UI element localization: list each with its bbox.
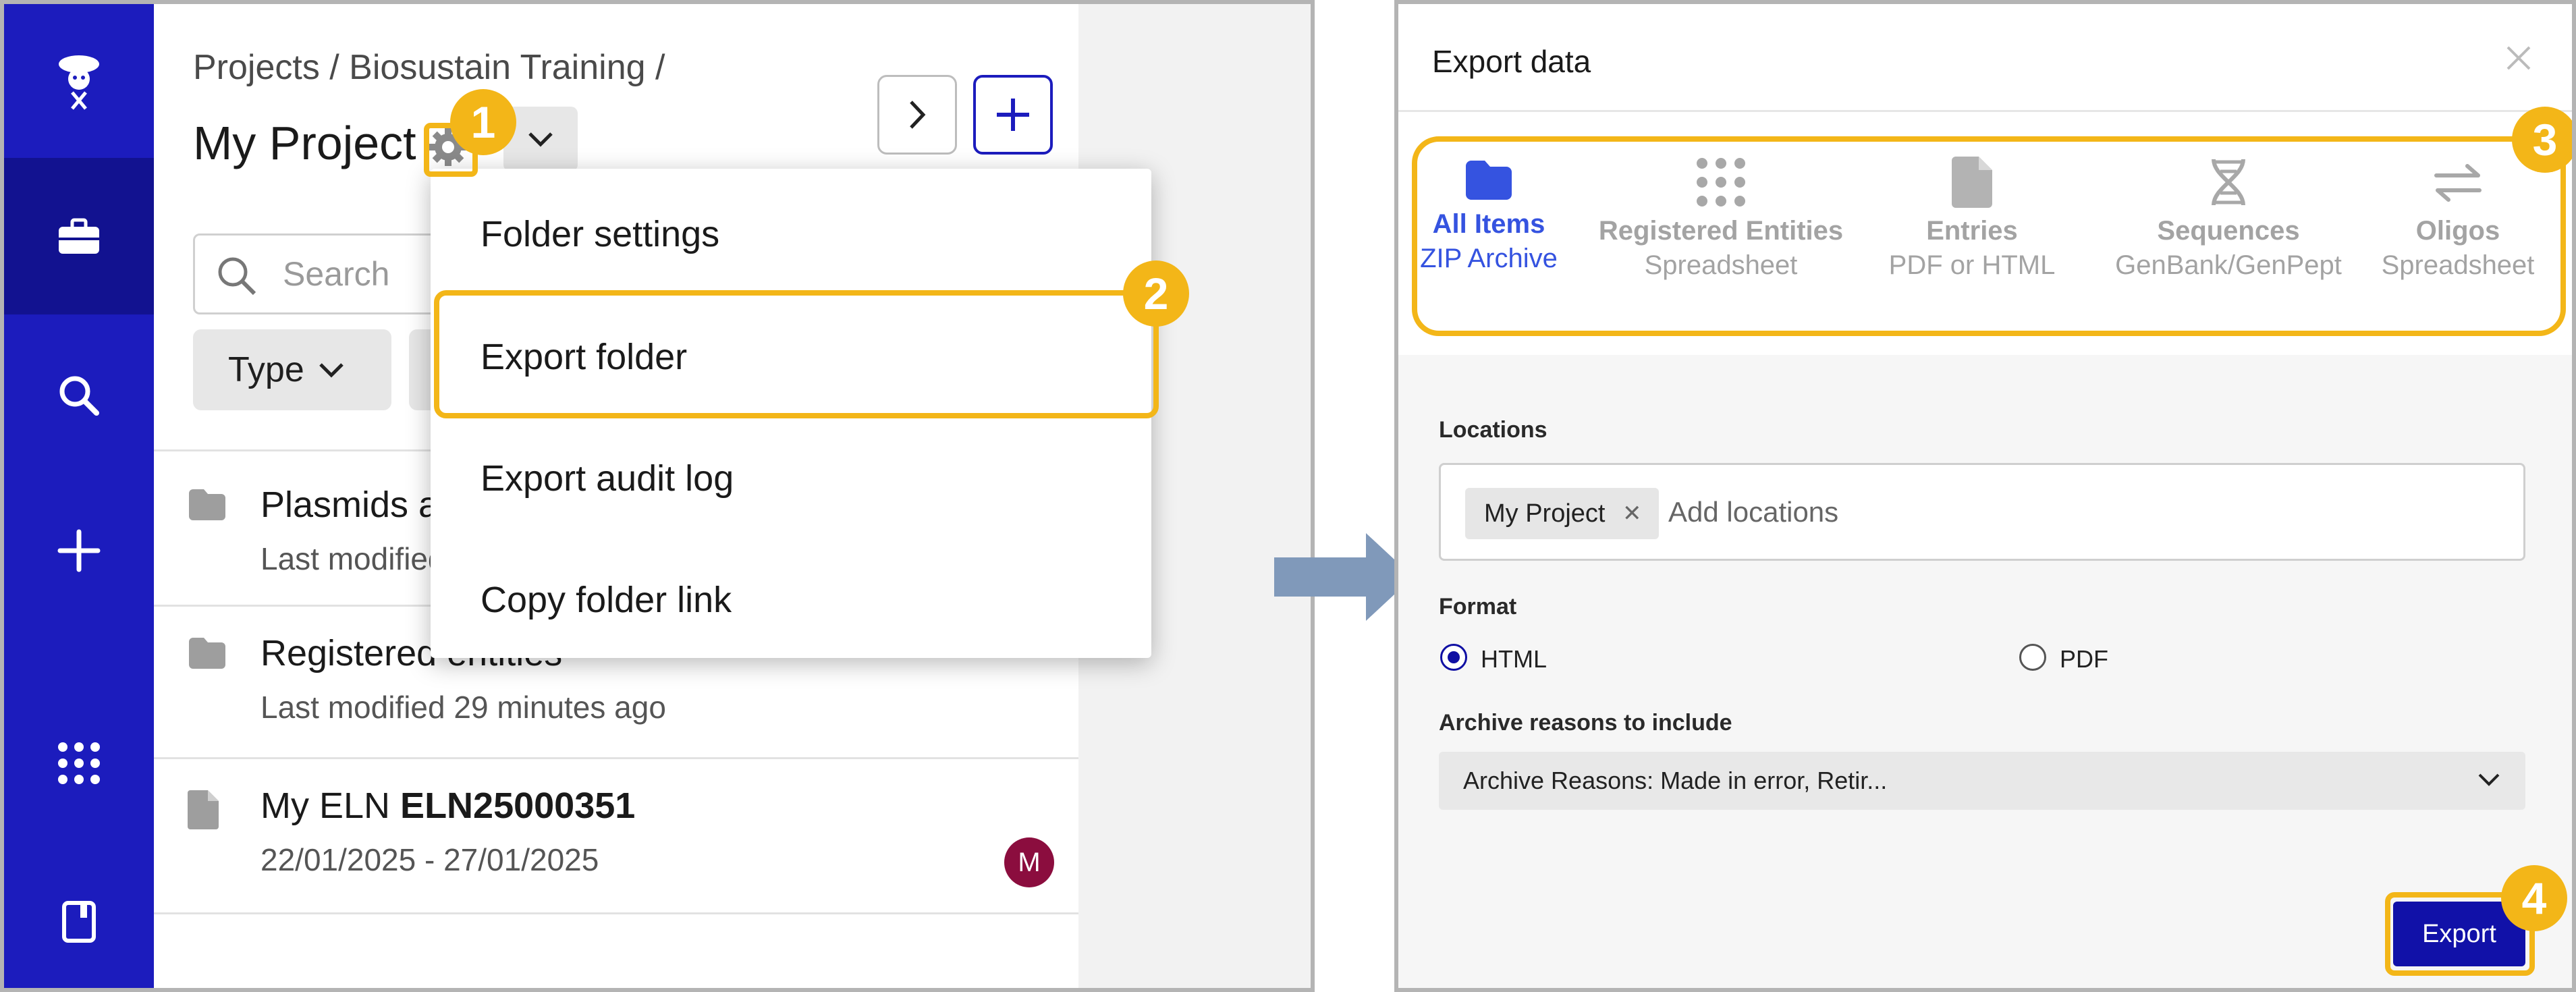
- briefcase-icon[interactable]: [4, 158, 154, 314]
- locations-label: Locations: [1439, 417, 1547, 443]
- list-item-title: Plasmids a: [261, 485, 439, 525]
- chevron-right-icon: [910, 101, 926, 129]
- menu-item-folder-settings[interactable]: Folder settings: [481, 213, 719, 255]
- modal-header: Export data: [1398, 4, 2572, 112]
- forward-button[interactable]: [877, 75, 957, 155]
- archive-reasons-label: Archive reasons to include: [1439, 710, 1732, 736]
- list-item-subtitle: 22/01/2025 - 27/01/2025: [261, 842, 599, 877]
- plus-icon[interactable]: [4, 510, 154, 591]
- search-input[interactable]: Search: [193, 233, 463, 314]
- close-icon[interactable]: [2505, 45, 2532, 72]
- logo-icon[interactable]: [4, 31, 154, 132]
- list-item-subtitle: Last modified: [261, 541, 445, 576]
- list-item[interactable]: My ELN ELN25000351 22/01/2025 - 27/01/20…: [154, 759, 1078, 914]
- notebook-icon[interactable]: [4, 881, 154, 962]
- location-tag: My Project ✕: [1465, 488, 1660, 539]
- format-radio-pdf[interactable]: [2019, 644, 2046, 671]
- format-option-pdf: PDF: [2060, 645, 2108, 673]
- type-filter-label: Type: [228, 350, 304, 389]
- avatar[interactable]: M: [1004, 837, 1054, 887]
- chevron-down-icon: [528, 132, 553, 147]
- locations-placeholder: Add locations: [1668, 496, 1839, 528]
- archive-reasons-select[interactable]: Archive Reasons: Made in error, Retir...: [1439, 752, 2525, 810]
- search-icon: [218, 257, 256, 296]
- list-item-subtitle: Last modified 29 minutes ago: [261, 690, 666, 725]
- highlight-export-tabs: [1412, 136, 2566, 336]
- chevron-down-icon: [2478, 773, 2500, 786]
- apps-grid-icon[interactable]: [4, 723, 154, 804]
- folder-view-panel: Projects / Biosustain Training / My Proj…: [0, 0, 1315, 992]
- modal-title: Export data: [1432, 44, 1591, 79]
- export-data-modal: Export data All Items ZIP Archive Regist…: [1394, 0, 2576, 992]
- search-placeholder: Search: [283, 255, 390, 293]
- locations-input[interactable]: My Project ✕ Add locations: [1439, 463, 2525, 561]
- remove-tag-icon[interactable]: ✕: [1622, 488, 1642, 539]
- format-radio-html[interactable]: [1440, 644, 1467, 671]
- list-item-title: My ELN ELN25000351: [261, 786, 636, 826]
- highlight-export-folder: [434, 290, 1159, 418]
- step-badge-1: 1: [450, 89, 516, 155]
- folder-icon: [189, 638, 225, 669]
- archive-reasons-value: Archive Reasons: Made in error, Retir...: [1463, 767, 1888, 794]
- format-option-html: HTML: [1481, 645, 1547, 673]
- sidebar: [4, 4, 154, 988]
- document-icon: [188, 790, 219, 829]
- type-filter-chip[interactable]: Type: [193, 329, 391, 410]
- create-button[interactable]: [973, 75, 1053, 155]
- format-label: Format: [1439, 594, 1517, 619]
- chevron-down-icon: [319, 363, 344, 378]
- step-badge-4: 4: [2501, 865, 2567, 931]
- step-badge-2: 2: [1123, 260, 1189, 327]
- menu-item-export-audit-log[interactable]: Export audit log: [481, 458, 734, 499]
- folder-icon: [189, 489, 225, 520]
- menu-item-copy-folder-link[interactable]: Copy folder link: [481, 579, 732, 621]
- plus-icon: [997, 99, 1029, 131]
- location-tag-label: My Project: [1484, 499, 1606, 528]
- step-badge-3: 3: [2512, 107, 2572, 173]
- page-title: My Project: [193, 117, 416, 169]
- search-icon[interactable]: [4, 355, 154, 436]
- breadcrumb[interactable]: Projects / Biosustain Training /: [193, 47, 665, 88]
